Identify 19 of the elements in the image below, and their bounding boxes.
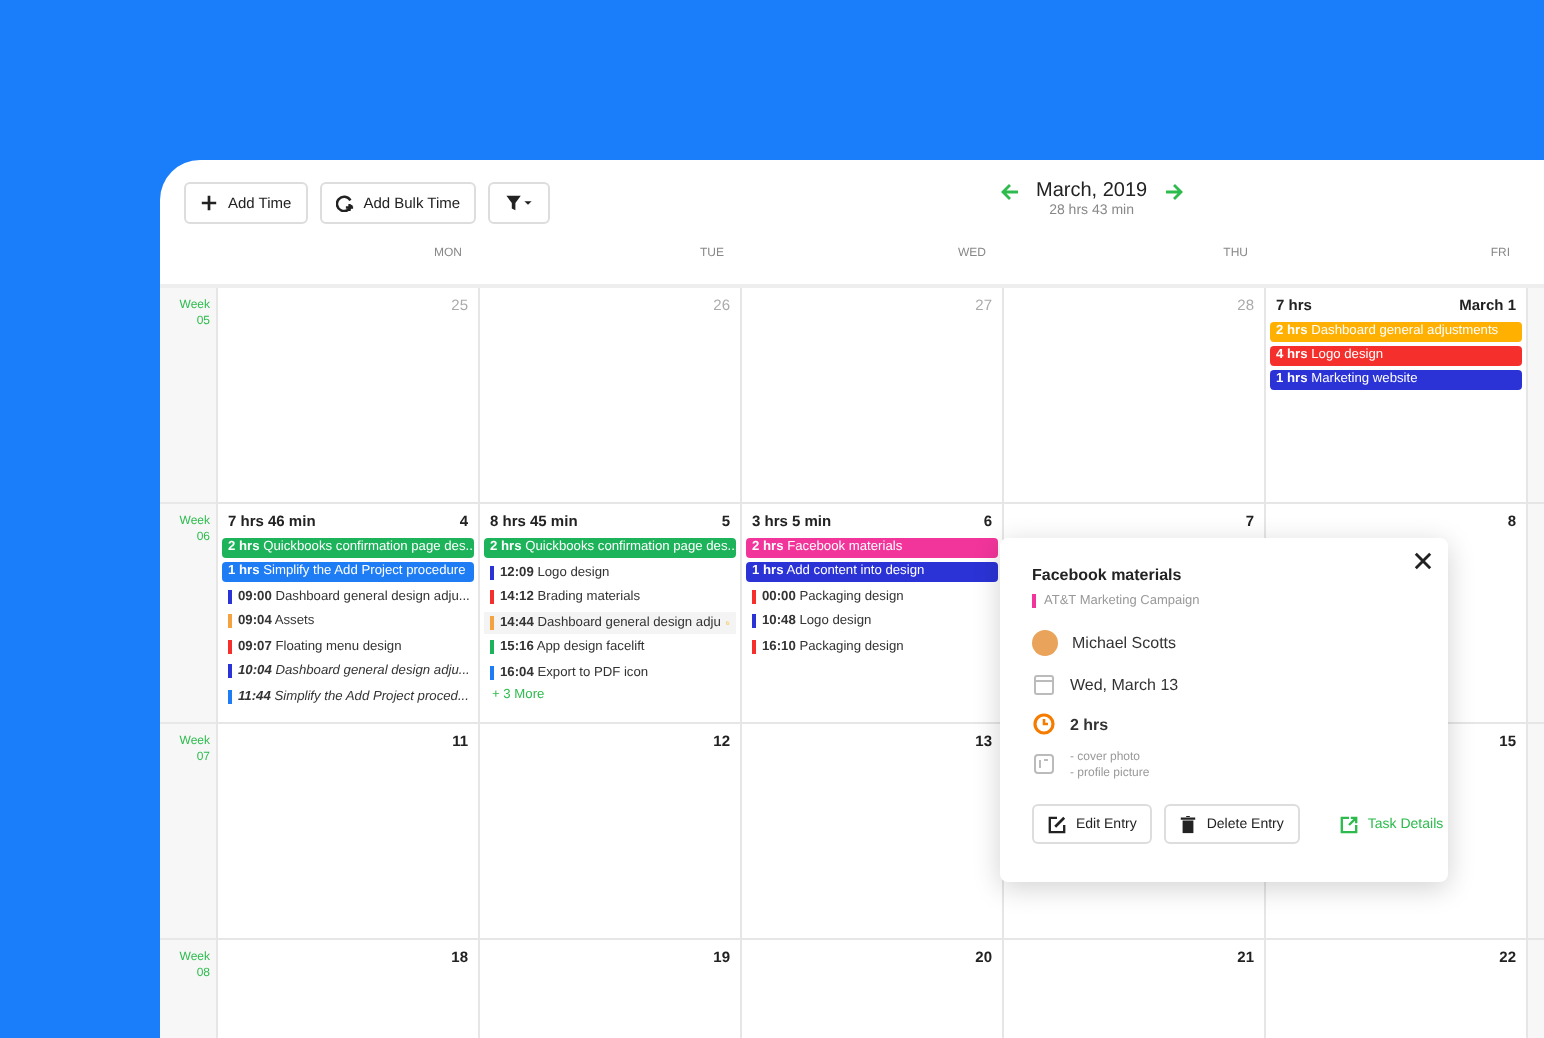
filter-icon xyxy=(504,193,535,211)
calendar-icon xyxy=(1032,672,1056,696)
day-cell[interactable] xyxy=(216,504,478,724)
avatar xyxy=(1032,630,1058,656)
clock-icon xyxy=(1032,712,1056,736)
trash-icon xyxy=(1180,815,1197,833)
project-marker xyxy=(1032,594,1036,608)
close-icon[interactable] xyxy=(1414,552,1432,570)
user-name: Michael Scotts xyxy=(1072,634,1177,652)
external-link-icon xyxy=(1339,815,1358,833)
filter-dropdown[interactable] xyxy=(488,181,551,223)
popover-title: Facebook materials xyxy=(1032,566,1184,584)
note-icon xyxy=(1032,752,1056,776)
month-title: March, 2019 xyxy=(1036,180,1148,202)
edit-icon xyxy=(1048,815,1066,833)
clock-plus-icon xyxy=(335,193,354,211)
entry-date: Wed, March 13 xyxy=(1070,675,1179,693)
plus-icon xyxy=(200,193,218,211)
entry-duration: 2 hrs xyxy=(1070,715,1109,733)
